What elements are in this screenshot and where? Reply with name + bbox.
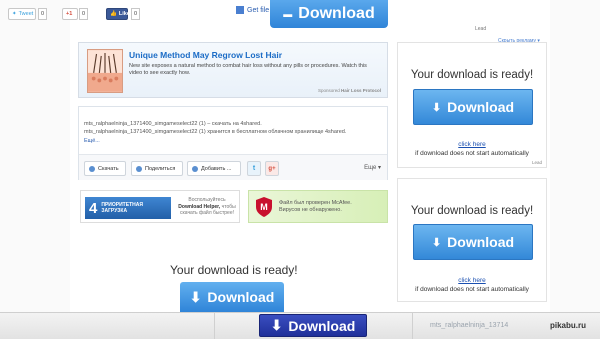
mcafee-shield-icon: M [256, 197, 272, 217]
download-helper-promo[interactable]: 4 ПРИОРИТЕТНАЯ ЗАГРУЗКА Воспользуйтесь D… [80, 190, 240, 223]
download-arrow-icon: ⬇ [431, 236, 442, 249]
file-toolbar: Скачать Поделиться Добавить ... t g+ Еще… [79, 154, 387, 180]
download-arrow-icon: ⬇ [431, 101, 442, 114]
add-button-label: Добавить ... [201, 165, 232, 172]
hair-ad-brand: Sponsored Hair Loss Protocol [318, 88, 381, 93]
get-file-label: Get file [247, 6, 270, 14]
thumb-up-icon: 👍 [110, 11, 117, 17]
main-download-label: Download [207, 289, 275, 305]
top-download-label: Download [298, 5, 375, 22]
tweet-count: 0 [38, 8, 47, 20]
file-info-panel: mts_ralphaelninja_1371400_simgameselect2… [78, 106, 388, 180]
twitter-button[interactable]: t [247, 161, 261, 176]
like-label: Like [118, 11, 130, 17]
file-icon [236, 6, 244, 14]
box-1-download-button[interactable]: ⬇ Download [413, 89, 533, 125]
box-2-title: Your download is ready! [410, 205, 534, 217]
download-ready-box-1: Your download is ready! ⬇ Download click… [397, 42, 547, 168]
add-icon [192, 165, 198, 172]
like-count: 0 [131, 8, 140, 20]
box-2-download-label: Download [447, 234, 515, 250]
bar-divider [214, 312, 215, 339]
hair-ad-banner[interactable]: Unique Method May Regrow Lost Hair New s… [78, 42, 388, 98]
hair-follicle-image [87, 49, 123, 93]
gplus-button[interactable]: g+ [265, 161, 279, 176]
download-button-label: Скачать [98, 165, 119, 172]
priority-title-line-2: ЗАГРУЗКА [101, 208, 128, 214]
download-arrow-icon: ⬇ [189, 288, 202, 305]
more-menu[interactable]: Еще ▾ [364, 164, 381, 171]
cloud-download-icon [89, 165, 95, 172]
download-arrow-icon: ⬇ [270, 317, 283, 333]
mcafee-scan-text: Файл был проверен McAfee. Вирусов не обн… [279, 200, 352, 214]
box-2-note: if download does not start automatically [415, 286, 529, 293]
file-more-link[interactable]: Ещё... [84, 137, 346, 145]
hair-ad-sponsored: Sponsored [317, 88, 340, 93]
helper-text-line-1: Воспользуйтесь [188, 197, 226, 203]
tweet-button[interactable]: ✦ Tweet [8, 8, 36, 20]
tweet-label: Tweet [18, 11, 34, 17]
pikabu-watermark: pikabu.ru [550, 321, 587, 330]
box-1-click-here-link[interactable]: click here [398, 141, 546, 148]
share-button[interactable]: Поделиться [131, 161, 183, 176]
lead-label: Lead [475, 26, 487, 32]
download-helper-text: Воспользуйтесь Download Helper, чтобы ск… [176, 197, 238, 217]
get-file-link[interactable]: Get file [236, 6, 269, 14]
bottom-download-label: Download [288, 317, 356, 334]
download-ready-box-2: Your download is ready! ⬇ Download click… [397, 178, 547, 302]
download-ready-heading: Your download is ready! [170, 263, 298, 277]
mcafee-line-1: Файл был проверен McAfee. [279, 200, 352, 206]
mcafee-line-2: Вирусов не обнаружено. [279, 207, 342, 214]
twitter-bird-icon: ✦ [12, 11, 17, 17]
priority-download-banner[interactable]: 4 ПРИОРИТЕТНАЯ ЗАГРУЗКА [85, 197, 171, 219]
box-1-title: Your download is ready! [410, 69, 534, 81]
svg-text:M: M [260, 202, 268, 212]
share-button-label: Поделиться [145, 165, 176, 172]
box-1-note: if download does not start automatically [415, 150, 529, 157]
bottom-file-name: mts_ralphaelninja_13714 [430, 322, 509, 329]
box-2-click-here-link[interactable]: click here [398, 277, 546, 284]
main-download-button[interactable]: ⬇ Download [180, 282, 284, 312]
mcafee-scan-badge: M Файл был проверен McAfee. Вирусов не о… [248, 190, 388, 223]
download-button[interactable]: Скачать [84, 161, 126, 176]
facebook-like-button[interactable]: 👍 Like [106, 8, 130, 20]
priority-title: ПРИОРИТЕТНАЯ ЗАГРУЗКА [101, 202, 143, 214]
add-button[interactable]: Добавить ... [187, 161, 241, 176]
box-1-download-label: Download [447, 99, 515, 115]
bottom-download-button[interactable]: ⬇ Download [259, 314, 367, 337]
box-2-download-button[interactable]: ⬇ Download [413, 224, 533, 260]
helper-text-line-3: скачать файл быстрее! [179, 210, 234, 216]
box-1-lead: Lead [531, 160, 542, 165]
bar-divider [412, 312, 413, 339]
file-description-line-1: mts_ralphaelninja_1371400_simgameselect2… [84, 121, 262, 127]
gplus-one-button[interactable]: +1 [62, 8, 78, 20]
gplus-count: 0 [79, 8, 88, 20]
file-description-line-2: mts_ralphaelninja_1371400_simgameselect2… [84, 129, 347, 136]
top-download-button[interactable]: ▬ Download [270, 0, 388, 28]
hair-ad-brand-name: Hair Loss Protocol [340, 88, 381, 93]
share-icon [136, 165, 142, 172]
file-description: mts_ralphaelninja_1371400_simgameselect2… [84, 120, 346, 145]
hair-ad-description: New site exposes a natural method to com… [129, 63, 367, 77]
hair-ad-title[interactable]: Unique Method May Regrow Lost Hair [129, 50, 282, 60]
download-arrow-icon: ▬ [283, 9, 293, 19]
helper-text-bold: Download Helper, [178, 203, 221, 210]
helper-text-line-2: чтобы [221, 203, 236, 210]
priority-number: 4 [89, 199, 98, 217]
